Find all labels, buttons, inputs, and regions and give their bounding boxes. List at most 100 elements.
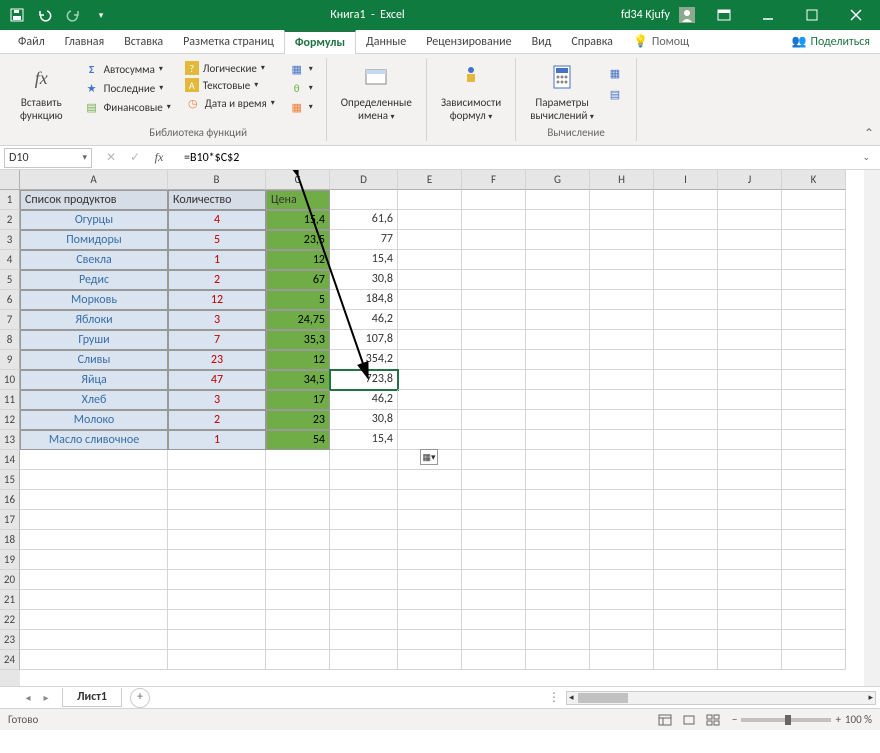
cell[interactable]: 3 bbox=[168, 310, 266, 330]
cell[interactable] bbox=[590, 470, 654, 490]
cell[interactable] bbox=[266, 570, 330, 590]
cell[interactable] bbox=[654, 510, 718, 530]
cell[interactable] bbox=[718, 510, 782, 530]
cell[interactable]: 23,5 bbox=[266, 230, 330, 250]
cell[interactable] bbox=[526, 250, 590, 270]
cell[interactable] bbox=[526, 350, 590, 370]
cell[interactable]: Редис bbox=[20, 270, 168, 290]
cell[interactable] bbox=[590, 510, 654, 530]
column-header[interactable]: K bbox=[782, 170, 846, 190]
column-header[interactable]: F bbox=[462, 170, 526, 190]
share-button[interactable]: 👥Поделиться bbox=[782, 30, 880, 53]
row-header[interactable]: 2 bbox=[0, 210, 20, 230]
cell[interactable]: 723,8 bbox=[330, 370, 398, 390]
cell[interactable] bbox=[398, 350, 462, 370]
row-header[interactable]: 24 bbox=[0, 650, 20, 670]
cell[interactable] bbox=[718, 210, 782, 230]
cell[interactable] bbox=[718, 590, 782, 610]
cell[interactable] bbox=[526, 630, 590, 650]
cell[interactable] bbox=[168, 450, 266, 470]
row-header[interactable]: 20 bbox=[0, 570, 20, 590]
financial-button[interactable]: ▤Финансовые ▾ bbox=[81, 98, 174, 116]
cell[interactable] bbox=[782, 590, 846, 610]
cell[interactable]: Яйца bbox=[20, 370, 168, 390]
cell[interactable] bbox=[590, 430, 654, 450]
cell[interactable] bbox=[398, 650, 462, 670]
cell[interactable] bbox=[782, 270, 846, 290]
cell[interactable] bbox=[20, 510, 168, 530]
cell[interactable] bbox=[398, 390, 462, 410]
row-header[interactable]: 9 bbox=[0, 350, 20, 370]
cell[interactable] bbox=[398, 190, 462, 210]
row-header[interactable]: 18 bbox=[0, 530, 20, 550]
expand-formula-bar-button[interactable]: ⌄ bbox=[856, 152, 876, 163]
cell[interactable] bbox=[718, 290, 782, 310]
autosum-button[interactable]: ΣАвтосумма ▾ bbox=[81, 60, 174, 78]
row-header[interactable]: 5 bbox=[0, 270, 20, 290]
cell[interactable] bbox=[330, 630, 398, 650]
scroll-thumb[interactable] bbox=[578, 693, 628, 703]
cell[interactable] bbox=[654, 190, 718, 210]
cell[interactable] bbox=[462, 390, 526, 410]
cell[interactable] bbox=[398, 310, 462, 330]
cell[interactable] bbox=[590, 450, 654, 470]
cell[interactable] bbox=[266, 530, 330, 550]
cell[interactable] bbox=[168, 470, 266, 490]
cell[interactable] bbox=[398, 250, 462, 270]
column-header[interactable]: D bbox=[330, 170, 398, 190]
cell[interactable] bbox=[590, 570, 654, 590]
cell[interactable] bbox=[330, 570, 398, 590]
name-box[interactable]: D10 ▾ bbox=[4, 148, 92, 168]
cell[interactable] bbox=[526, 430, 590, 450]
close-button[interactable] bbox=[836, 0, 876, 30]
cell[interactable] bbox=[590, 390, 654, 410]
cell[interactable] bbox=[782, 610, 846, 630]
cell[interactable]: 184,8 bbox=[330, 290, 398, 310]
row-header[interactable]: 6 bbox=[0, 290, 20, 310]
formula-auditing-button[interactable]: Зависимостиформул ▾ bbox=[437, 60, 505, 124]
cell[interactable]: 34,5 bbox=[266, 370, 330, 390]
cell[interactable]: Сливы bbox=[20, 350, 168, 370]
cell[interactable] bbox=[718, 470, 782, 490]
calc-options-button[interactable]: Параметрывычислений ▾ bbox=[526, 60, 598, 124]
cell[interactable] bbox=[654, 310, 718, 330]
cell[interactable] bbox=[654, 230, 718, 250]
cell[interactable] bbox=[266, 510, 330, 530]
cell[interactable] bbox=[266, 550, 330, 570]
row-header[interactable]: 22 bbox=[0, 610, 20, 630]
cell[interactable]: Груши bbox=[20, 330, 168, 350]
cell[interactable] bbox=[590, 310, 654, 330]
cell[interactable] bbox=[526, 610, 590, 630]
tab-home[interactable]: Главная bbox=[55, 31, 114, 53]
cell[interactable] bbox=[718, 390, 782, 410]
cell[interactable] bbox=[462, 410, 526, 430]
cell[interactable]: 5 bbox=[266, 290, 330, 310]
cell[interactable]: 54 bbox=[266, 430, 330, 450]
cell[interactable] bbox=[266, 450, 330, 470]
cell[interactable]: 30,8 bbox=[330, 410, 398, 430]
cell[interactable] bbox=[654, 650, 718, 670]
cell[interactable] bbox=[590, 190, 654, 210]
cell[interactable]: 35,3 bbox=[266, 330, 330, 350]
cell[interactable] bbox=[462, 350, 526, 370]
cell[interactable] bbox=[526, 550, 590, 570]
cell[interactable]: 61,6 bbox=[330, 210, 398, 230]
cell[interactable]: Молоко bbox=[20, 410, 168, 430]
normal-view-button[interactable] bbox=[654, 711, 676, 729]
row-header[interactable]: 19 bbox=[0, 550, 20, 570]
row-header[interactable]: 3 bbox=[0, 230, 20, 250]
cell[interactable] bbox=[462, 550, 526, 570]
split-handle[interactable]: ⋮ bbox=[548, 690, 560, 705]
cell[interactable]: 12 bbox=[266, 250, 330, 270]
cell[interactable] bbox=[590, 410, 654, 430]
cell[interactable] bbox=[654, 610, 718, 630]
cell[interactable]: 46,2 bbox=[330, 310, 398, 330]
cell[interactable] bbox=[398, 570, 462, 590]
cell[interactable] bbox=[526, 210, 590, 230]
cell[interactable] bbox=[526, 330, 590, 350]
row-header[interactable]: 7 bbox=[0, 310, 20, 330]
row-header[interactable]: 1 bbox=[0, 190, 20, 210]
insert-function-button[interactable]: fx Вставитьфункцию bbox=[16, 60, 67, 124]
user-avatar-icon[interactable] bbox=[674, 3, 700, 27]
ribbon-display-button[interactable] bbox=[704, 0, 744, 30]
